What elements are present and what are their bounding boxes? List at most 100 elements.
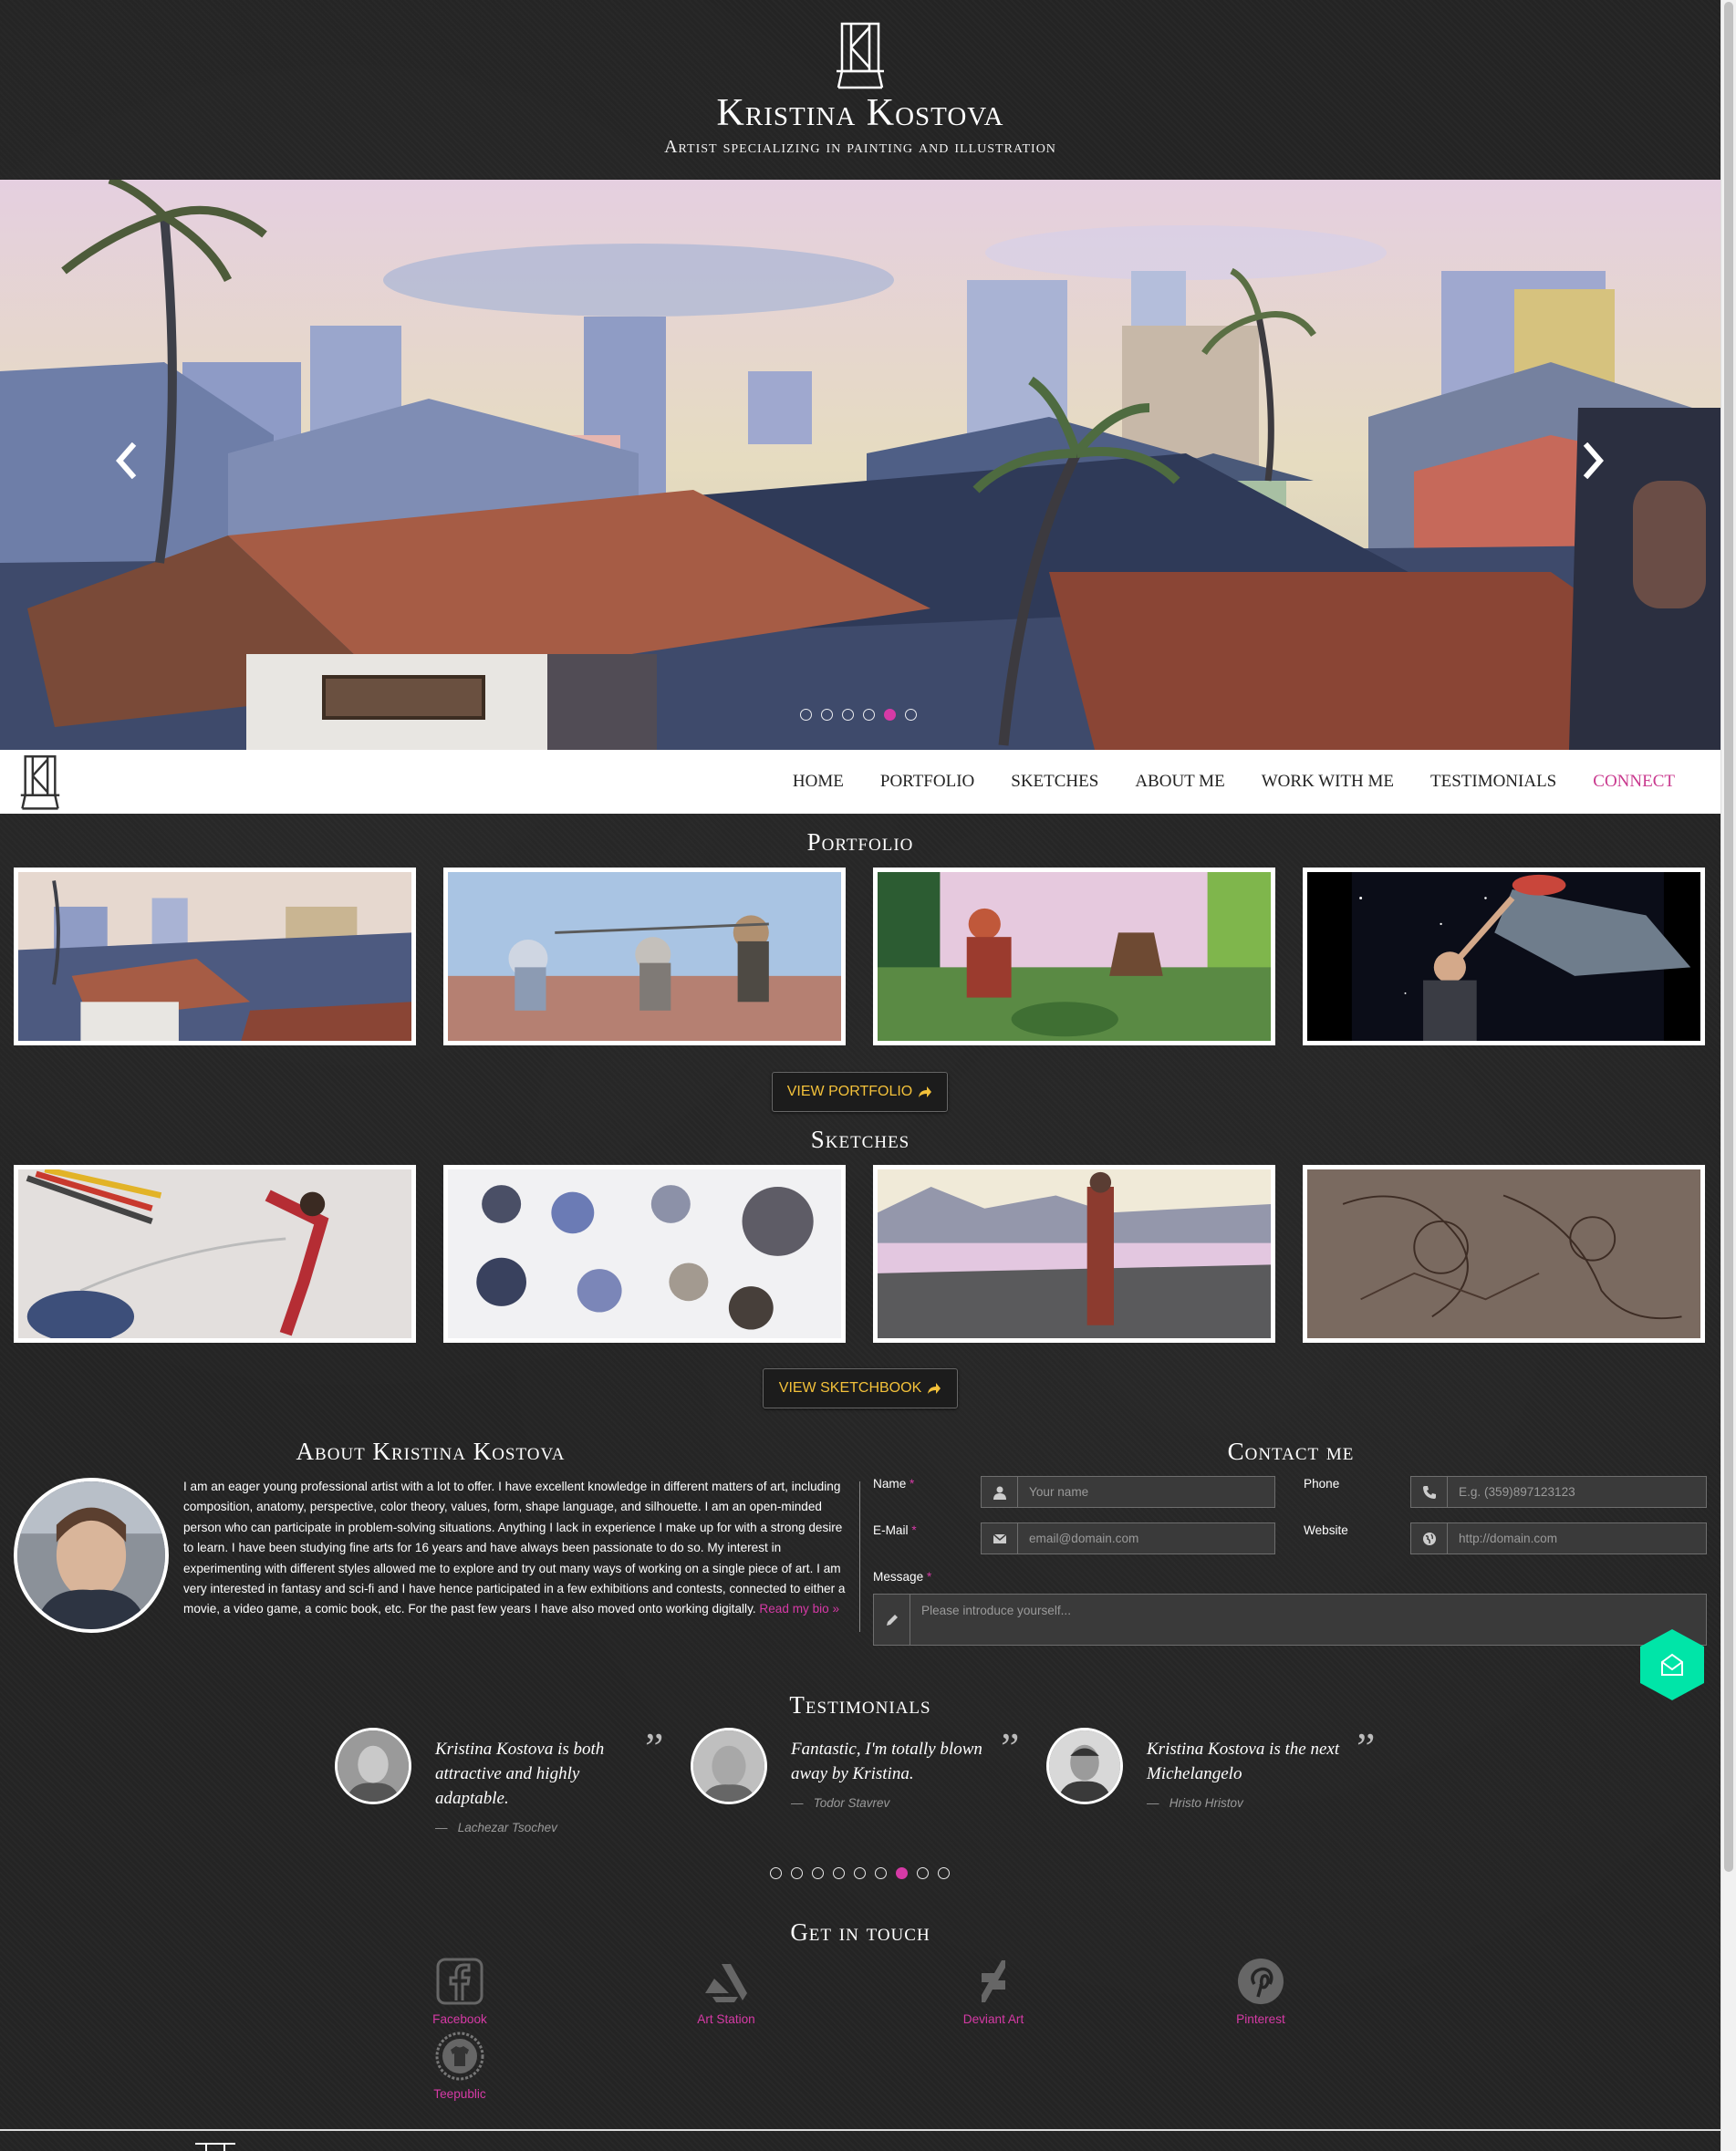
hero-next-arrow[interactable] <box>1575 438 1612 483</box>
hero-dot-active[interactable] <box>884 709 896 721</box>
facebook-icon <box>436 1958 483 2005</box>
sketches-gallery <box>14 1165 1705 1343</box>
pinterest-icon <box>1238 1959 1284 2004</box>
nav-item-portfolio[interactable]: PORTFOLIO <box>880 772 974 792</box>
author-dash: — <box>791 1796 804 1810</box>
view-portfolio-label: VIEW PORTFOLIO <box>786 1084 913 1099</box>
testimonial-quote: Kristina Kostova is both attractive and … <box>435 1740 605 1808</box>
artstation-icon <box>705 1964 747 2002</box>
about-paragraph: I am an eager young professional artist … <box>183 1480 846 1616</box>
testimonials-pagination <box>770 1867 950 1879</box>
email-input[interactable] <box>1018 1523 1274 1554</box>
sketch-thumb[interactable] <box>443 1165 846 1343</box>
hero-slider <box>0 180 1720 750</box>
testimonial-quote: Fantastic, I'm totally blown away by Kri… <box>791 1740 982 1783</box>
quote-mark-icon: ” <box>645 1724 664 1771</box>
teepublic-icon <box>435 2032 484 2081</box>
about-avatar <box>14 1478 169 1633</box>
nav-item-work[interactable]: WORK WITH ME <box>1262 772 1394 792</box>
testimonial-author: — Todor Stavrev <box>791 1796 889 1810</box>
about-title: About Kristina Kostova <box>296 1438 566 1465</box>
testimonial-dot[interactable] <box>854 1867 866 1879</box>
email-field <box>981 1522 1275 1554</box>
nav-item-about[interactable]: ABOUT ME <box>1135 772 1224 792</box>
phone-icon <box>1411 1477 1448 1507</box>
sketch-image-landscape <box>878 1169 1271 1338</box>
share-arrow-icon <box>928 1383 941 1394</box>
author-dash: — <box>1147 1796 1159 1810</box>
portfolio-thumb[interactable] <box>873 868 1275 1045</box>
name-input[interactable] <box>1018 1477 1274 1507</box>
facebook-label: Facebook <box>432 2012 487 2026</box>
website-field <box>1410 1522 1707 1554</box>
avatar-image <box>17 1481 165 1629</box>
nav-item-connect[interactable]: CONNECT <box>1593 772 1675 792</box>
testimonial-dot[interactable] <box>833 1867 845 1879</box>
hero-dot[interactable] <box>800 709 812 721</box>
chevron-right-icon <box>1583 442 1604 479</box>
get-in-touch-title: Get in touch <box>790 1918 930 1946</box>
quote-mark-icon: ” <box>1001 1724 1020 1771</box>
testimonial-dot[interactable] <box>875 1867 887 1879</box>
site-tagline: Artist specializing in painting and illu… <box>664 137 1056 157</box>
testimonial-author: — Lachezar Tsochev <box>435 1821 557 1834</box>
nav-menu: HOME PORTFOLIO SKETCHES ABOUT ME WORK WI… <box>756 750 1675 814</box>
testimonial-dot[interactable] <box>917 1867 929 1879</box>
nav-item-home[interactable]: HOME <box>793 772 844 792</box>
message-textarea[interactable] <box>910 1595 1706 1645</box>
name-field <box>981 1476 1275 1508</box>
sketch-thumb[interactable] <box>14 1165 416 1343</box>
hero-prev-arrow[interactable] <box>108 438 144 483</box>
required-mark: * <box>910 1477 915 1491</box>
hero-dot[interactable] <box>821 709 833 721</box>
name-label-text: Name <box>873 1477 907 1491</box>
sketch-thumb[interactable] <box>1303 1165 1705 1343</box>
social-link-facebook[interactable]: Facebook <box>396 1957 524 2026</box>
about-contact-divider <box>859 1481 860 1632</box>
message-label-text: Message <box>873 1570 924 1584</box>
social-link-pinterest[interactable]: Pinterest <box>1197 1957 1325 2026</box>
portfolio-thumb[interactable] <box>443 868 846 1045</box>
hero-dot[interactable] <box>842 709 854 721</box>
pinterest-label: Pinterest <box>1236 2012 1285 2026</box>
author-name: Lachezar Tsochev <box>457 1821 557 1834</box>
testimonial-dot-active[interactable] <box>896 1867 908 1879</box>
read-bio-link[interactable]: Read my bio » <box>759 1602 839 1616</box>
view-sketchbook-label: VIEW SKETCHBOOK <box>778 1380 922 1396</box>
testimonial-avatar <box>335 1728 411 1804</box>
site-header: Kristina Kostova Artist specializing in … <box>0 0 1720 180</box>
testimonials-title: Testimonials <box>789 1691 931 1719</box>
view-sketchbook-button[interactable]: VIEW SKETCHBOOK <box>763 1368 958 1408</box>
website-input[interactable] <box>1448 1523 1706 1554</box>
testimonial-dot[interactable] <box>770 1867 782 1879</box>
nav-item-sketches[interactable]: SKETCHES <box>1011 772 1098 792</box>
social-link-teepublic[interactable]: Teepublic <box>396 2032 524 2101</box>
user-icon <box>982 1477 1018 1507</box>
about-text: I am an eager young professional artist … <box>183 1477 847 1620</box>
portfolio-thumb[interactable] <box>1303 868 1705 1045</box>
view-portfolio-button[interactable]: VIEW PORTFOLIO <box>772 1072 948 1112</box>
contact-title: Contact me <box>1227 1438 1355 1465</box>
hero-dot[interactable] <box>905 709 917 721</box>
site-logo[interactable] <box>837 20 884 89</box>
testimonial-dot[interactable] <box>812 1867 824 1879</box>
social-link-deviantart[interactable]: Deviant Art <box>930 1957 1057 2026</box>
scrollbar-thumb[interactable] <box>1724 2 1733 1872</box>
sketch-thumb[interactable] <box>873 1165 1275 1343</box>
social-link-artstation[interactable]: Art Station <box>662 1957 790 2026</box>
nav-item-testimonials[interactable]: TESTIMONIALS <box>1430 772 1556 792</box>
testimonial-card: Kristina Kostova is both attractive and … <box>335 1724 686 1837</box>
phone-input[interactable] <box>1448 1477 1706 1507</box>
hero-dot[interactable] <box>863 709 875 721</box>
author-name: Todor Stavrev <box>813 1796 890 1810</box>
site-title: Kristina Kostova <box>716 92 1004 134</box>
page-scrollbar[interactable] <box>1720 0 1736 2151</box>
portfolio-thumb[interactable] <box>14 868 416 1045</box>
name-label: Name * <box>873 1477 914 1491</box>
message-field <box>873 1594 1707 1646</box>
testimonial-dot[interactable] <box>791 1867 803 1879</box>
testimonial-dot[interactable] <box>938 1867 950 1879</box>
quote-mark-icon: ” <box>1357 1724 1376 1771</box>
testimonial-author: — Hristo Hristov <box>1147 1796 1243 1810</box>
nav-logo[interactable] <box>16 753 64 810</box>
